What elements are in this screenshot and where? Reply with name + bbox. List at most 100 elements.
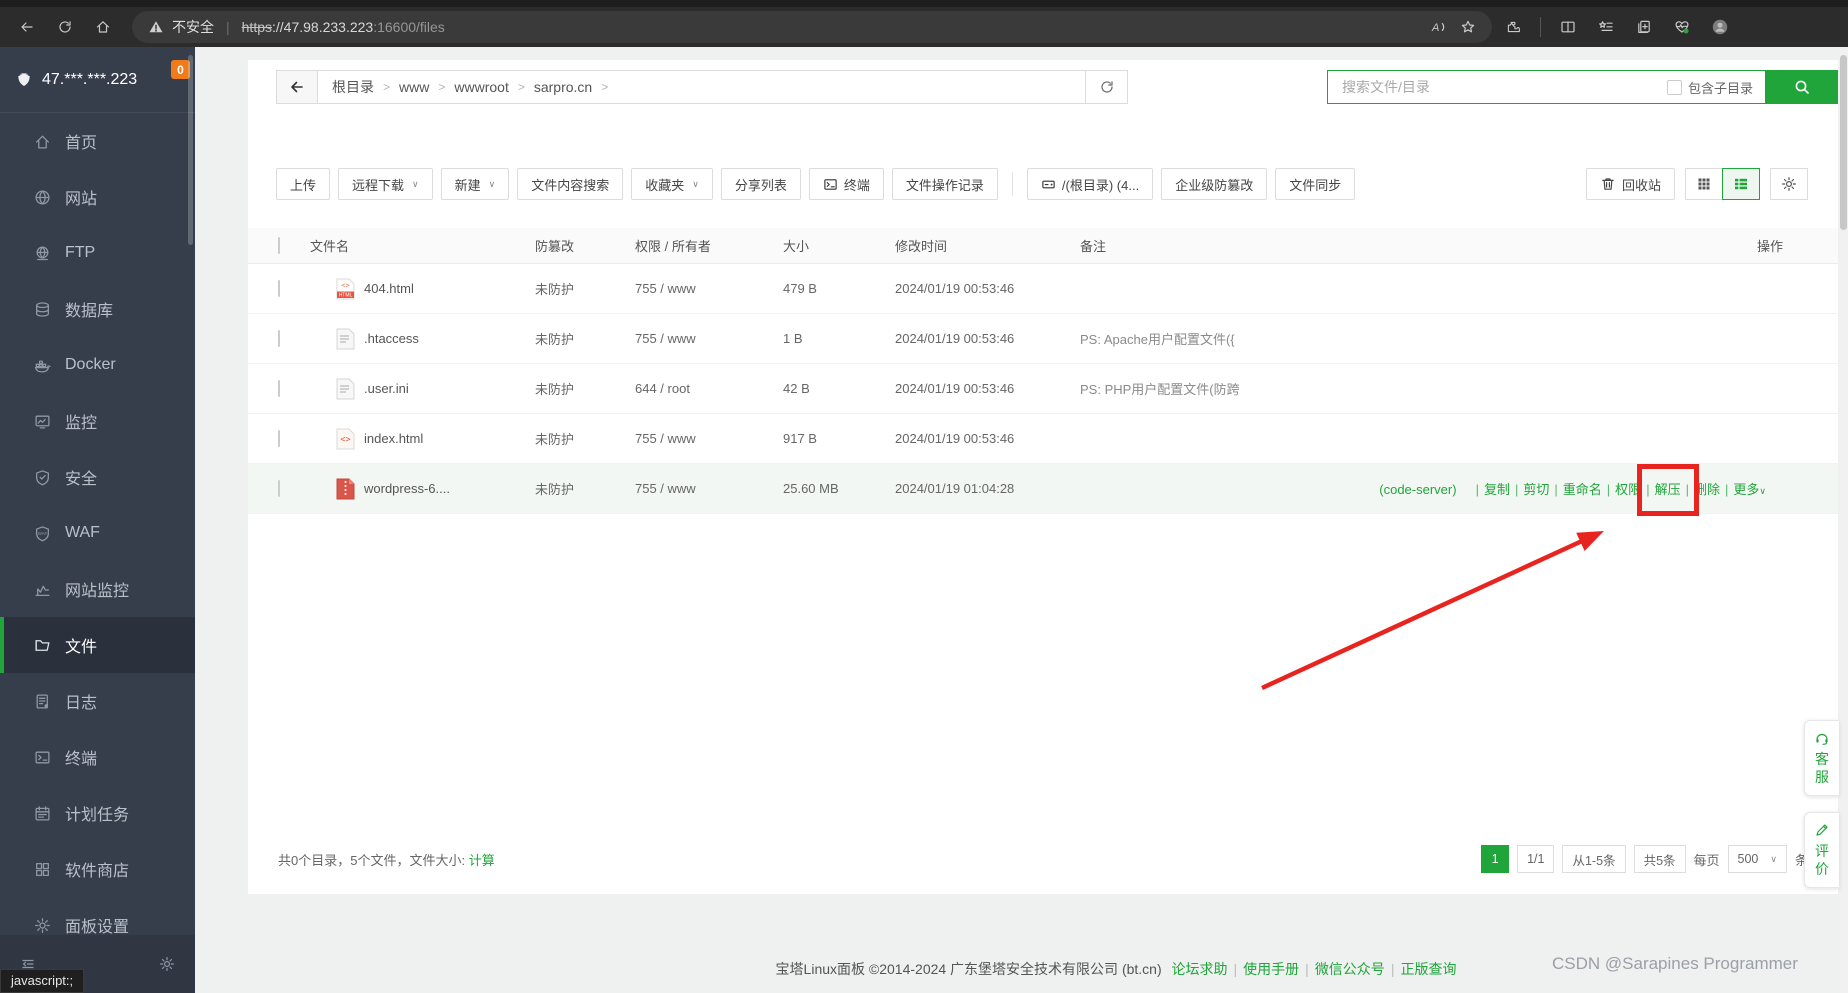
browser-essentials-button[interactable] bbox=[1665, 11, 1699, 43]
breadcrumb-separator-icon: > bbox=[601, 80, 609, 94]
sidebar-item-settings[interactable]: 面板设置 bbox=[0, 897, 195, 935]
file-name[interactable]: .user.ini bbox=[364, 381, 409, 396]
include-subdir-checkbox[interactable] bbox=[1666, 79, 1682, 95]
row-checkbox[interactable] bbox=[278, 480, 280, 497]
sidebar-item-security[interactable]: 安全 bbox=[0, 449, 195, 505]
header-checkbox-cell bbox=[248, 237, 310, 254]
browser-refresh-button[interactable] bbox=[48, 11, 82, 43]
shield-check-icon bbox=[34, 469, 51, 486]
breadcrumb-part[interactable]: 根目录 bbox=[332, 77, 374, 97]
breadcrumb[interactable]: 根目录 > www > wwwroot > sarpro.cn > bbox=[318, 70, 1086, 104]
footer-link-1[interactable]: 使用手册 bbox=[1243, 961, 1299, 977]
extensions-button[interactable] bbox=[1496, 11, 1530, 43]
table-settings-button[interactable] bbox=[1770, 168, 1808, 200]
toolbar-button-[interactable]: 文件操作记录 bbox=[891, 168, 998, 200]
toolbar-button-[interactable]: 文件同步 bbox=[1275, 168, 1356, 200]
breadcrumb-part[interactable]: wwwroot bbox=[454, 79, 508, 95]
baota-logo-icon bbox=[16, 72, 32, 88]
file-name[interactable]: index.html bbox=[364, 431, 423, 446]
calc-size-link[interactable]: 计算 bbox=[469, 853, 495, 868]
page-scrollbar[interactable] bbox=[1839, 47, 1848, 993]
refresh-directory-button[interactable] bbox=[1086, 70, 1128, 104]
toolbar-button-[interactable]: 企业级防篡改 bbox=[1161, 168, 1268, 200]
back-directory-button[interactable] bbox=[276, 70, 318, 104]
action-link-delete[interactable]: 删除 bbox=[1694, 482, 1720, 497]
sidebar-item-waf[interactable]: WAF WAF bbox=[0, 505, 195, 561]
sidebar-item-logs[interactable]: 日志 bbox=[0, 673, 195, 729]
file-name-cell[interactable]: .user.ini bbox=[310, 378, 535, 400]
search-input[interactable] bbox=[1340, 78, 1659, 96]
security-label[interactable]: 不安全 bbox=[172, 17, 214, 37]
action-link-copy[interactable]: 复制 bbox=[1484, 482, 1510, 497]
footer-separator: | bbox=[1305, 961, 1309, 977]
file-name[interactable]: 404.html bbox=[364, 281, 414, 296]
browser-back-button[interactable] bbox=[10, 11, 44, 43]
sidebar-item-database[interactable]: 数据库 bbox=[0, 281, 195, 337]
toolbar-button-[interactable]: 终端 bbox=[808, 168, 884, 200]
search-button[interactable] bbox=[1766, 70, 1838, 104]
grid-view-button[interactable] bbox=[1685, 168, 1723, 200]
row-checkbox[interactable] bbox=[278, 330, 280, 347]
sidebar-item-monitor[interactable]: 监控 bbox=[0, 393, 195, 449]
favorites-button[interactable] bbox=[1589, 11, 1623, 43]
list-view-button[interactable] bbox=[1722, 168, 1760, 200]
select-all-checkbox[interactable] bbox=[278, 237, 280, 254]
sidebar-item-terminal[interactable]: 终端 bbox=[0, 729, 195, 785]
breadcrumb-separator-icon: > bbox=[383, 80, 391, 94]
toolbar-button-[interactable]: 新建 ∨ bbox=[440, 168, 510, 200]
file-name-cell[interactable]: .htaccess bbox=[310, 328, 535, 350]
toolbar-button-[interactable]: 远程下载 ∨ bbox=[338, 168, 433, 200]
breadcrumb-part[interactable]: sarpro.cn bbox=[534, 79, 592, 95]
sidebar-item-label: 监控 bbox=[65, 415, 98, 432]
row-checkbox[interactable] bbox=[278, 430, 280, 447]
sidebar-header[interactable]: 47.***.***.223 0 bbox=[0, 47, 195, 113]
per-page-select[interactable]: 500 ∨ bbox=[1727, 845, 1787, 873]
browser-home-button[interactable] bbox=[86, 11, 120, 43]
scrollbar-thumb[interactable] bbox=[1840, 55, 1847, 230]
action-link-unzip[interactable]: 解压 bbox=[1655, 482, 1681, 497]
address-bar[interactable]: 不安全 | https://47.98.233.223:16600/files … bbox=[132, 11, 1492, 43]
footer-link-3[interactable]: 正版查询 bbox=[1400, 961, 1456, 977]
rate-widget[interactable]: 评价 bbox=[1804, 812, 1839, 888]
sidebar-item-site-monitor[interactable]: 网站监控 bbox=[0, 561, 195, 617]
action-link-more[interactable]: 更多 bbox=[1733, 482, 1759, 497]
action-link-rename[interactable]: 重命名 bbox=[1563, 482, 1602, 497]
page-number-button[interactable]: 1 bbox=[1481, 845, 1510, 873]
file-name-cell[interactable]: <> index.html bbox=[310, 428, 535, 450]
recycle-bin-button[interactable]: 回收站 bbox=[1585, 168, 1675, 200]
row-checkbox-cell bbox=[248, 480, 310, 497]
sidebar-item-label: 面板设置 bbox=[65, 919, 130, 935]
file-name-cell[interactable]: <> HTML 404.html bbox=[310, 278, 535, 300]
sidebar-item-files[interactable]: 文件 bbox=[0, 617, 195, 673]
split-screen-button[interactable] bbox=[1551, 11, 1585, 43]
sidebar-item-home[interactable]: 首页 bbox=[0, 113, 195, 169]
favorite-star-icon[interactable] bbox=[1460, 19, 1476, 35]
sidebar-item-cron[interactable]: 计划任务 bbox=[0, 785, 195, 841]
file-name[interactable]: .htaccess bbox=[364, 331, 419, 346]
profile-button[interactable] bbox=[1703, 11, 1737, 43]
read-aloud-icon[interactable]: A bbox=[1430, 19, 1446, 35]
sidebar-settings-icon[interactable] bbox=[159, 956, 175, 972]
row-checkbox[interactable] bbox=[278, 380, 280, 397]
toolbar-button-[interactable]: 上传 bbox=[276, 168, 331, 200]
sidebar-item-website[interactable]: 网站 bbox=[0, 169, 195, 225]
sidebar-item-docker[interactable]: Docker bbox=[0, 337, 195, 393]
include-subdir-option[interactable]: 包含子目录 bbox=[1666, 78, 1753, 97]
file-name[interactable]: wordpress-6.... bbox=[364, 481, 450, 496]
breadcrumb-part[interactable]: www bbox=[399, 79, 429, 95]
footer-link-2[interactable]: 微信公众号 bbox=[1315, 961, 1385, 977]
toolbar-button-4[interactable]: /(根目录) (4... bbox=[1026, 168, 1154, 200]
customer-service-widget[interactable]: 客服 bbox=[1804, 720, 1839, 796]
action-link-permission[interactable]: 权限 bbox=[1615, 482, 1641, 497]
sidebar-scrollbar[interactable] bbox=[188, 55, 193, 245]
action-link-cut[interactable]: 剪切 bbox=[1523, 482, 1549, 497]
toolbar-button-[interactable]: 收藏夹 ∨ bbox=[631, 168, 713, 200]
file-name-cell[interactable]: wordpress-6.... bbox=[310, 478, 535, 500]
toolbar-button-[interactable]: 文件内容搜索 bbox=[517, 168, 624, 200]
toolbar-button-[interactable]: 分享列表 bbox=[720, 168, 801, 200]
sidebar-item-appstore[interactable]: 软件商店 bbox=[0, 841, 195, 897]
footer-link-0[interactable]: 论坛求助 bbox=[1172, 961, 1228, 977]
sidebar-item-ftp[interactable]: FTP bbox=[0, 225, 195, 281]
collections-button[interactable] bbox=[1627, 11, 1661, 43]
row-checkbox[interactable] bbox=[278, 280, 280, 297]
